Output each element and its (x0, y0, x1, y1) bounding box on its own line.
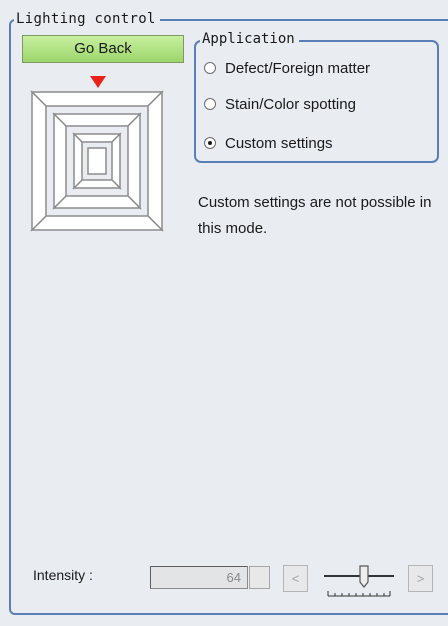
lamp-middle-top-segment[interactable] (52, 113, 142, 127)
mode-note-text: Custom settings are not possible in this… (198, 194, 432, 237)
lamp-middle-left-segment[interactable] (53, 112, 67, 210)
ring-light-segments-diagram (30, 90, 164, 232)
radio-icon (204, 98, 216, 110)
lighting-control-title: Lighting control (14, 11, 160, 27)
lamp-middle-bottom-segment[interactable] (52, 195, 142, 209)
lamp-outer-left-segment[interactable] (31, 90, 47, 232)
lamp-inner-right-segment[interactable] (111, 132, 121, 190)
radio-stain-color-spotting[interactable]: Stain/Color spotting (204, 93, 356, 115)
selected-segment-marker-icon (90, 76, 106, 88)
intensity-increase-button[interactable]: > (408, 565, 433, 592)
go-back-button[interactable]: Go Back (22, 35, 184, 63)
lighting-control-panel: Lighting control Go Back Application Def… (0, 0, 448, 626)
lamp-inner-left-segment[interactable] (73, 132, 83, 190)
lamp-outer-bottom-segment[interactable] (30, 215, 164, 231)
radio-label: Custom settings (225, 134, 333, 152)
intensity-slider-thumb-icon (359, 565, 369, 588)
radio-label: Defect/Foreign matter (225, 59, 371, 77)
radio-defect-foreign-matter[interactable]: Defect/Foreign matter (204, 57, 370, 79)
intensity-slider-ticks (327, 591, 391, 597)
lamp-center-segment[interactable] (87, 147, 107, 175)
application-title: Application (200, 31, 299, 47)
radio-icon (204, 62, 216, 74)
lamp-outer-right-segment[interactable] (147, 90, 163, 232)
intensity-value-field[interactable]: 64 (150, 566, 248, 589)
intensity-decrease-button[interactable]: < (283, 565, 308, 592)
intensity-slider[interactable] (322, 562, 396, 598)
intensity-label: Intensity : (33, 567, 93, 583)
lamp-outer-top-segment[interactable] (30, 91, 164, 107)
intensity-input-button[interactable] (249, 566, 270, 589)
radio-custom-settings[interactable]: Custom settings (204, 132, 333, 154)
radio-label: Stain/Color spotting (225, 95, 356, 113)
lamp-middle-right-segment[interactable] (127, 112, 141, 210)
radio-checked-icon (204, 137, 216, 149)
